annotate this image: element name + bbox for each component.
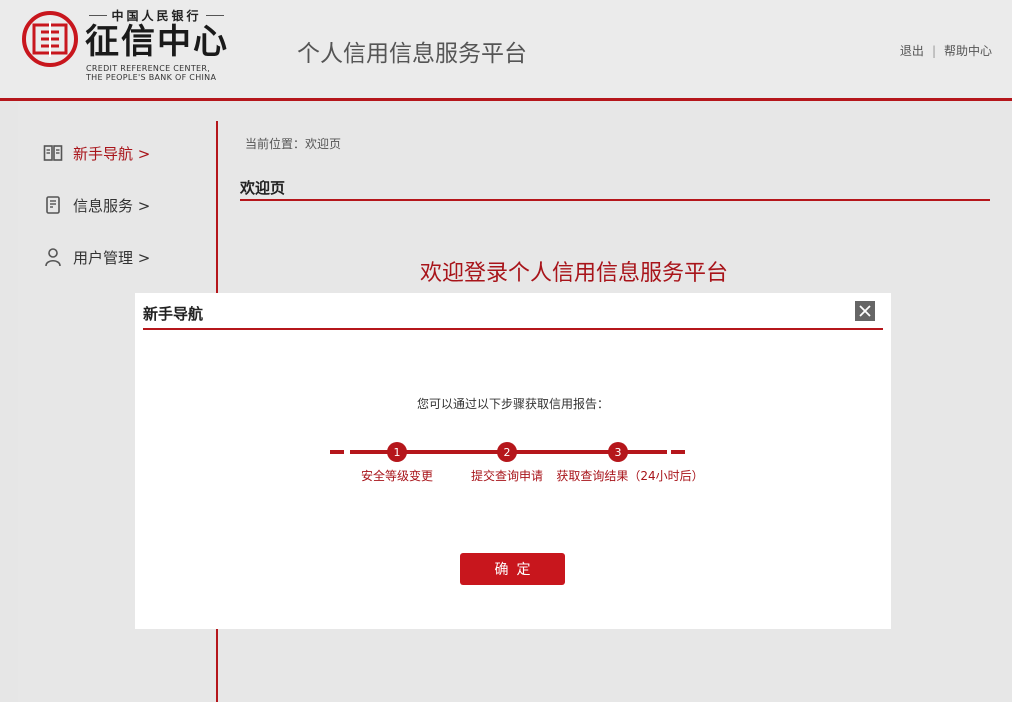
site-title: 个人信用信息服务平台: [297, 41, 527, 67]
close-icon: [859, 305, 871, 317]
step-number-1: 1: [387, 442, 407, 462]
sidebar-item-label: 信息服务 >: [73, 196, 151, 215]
modal-title-divider: [143, 328, 883, 330]
sidebar-item-guide[interactable]: 新手导航 >: [43, 141, 150, 165]
step-number-2: 2: [497, 442, 517, 462]
book-icon: [43, 145, 63, 161]
step-label-2: 提交查询申请: [470, 469, 544, 483]
logo-english-line1: CREDIT REFERENCE CENTER,: [86, 64, 211, 73]
welcome-heading: 欢迎登录个人信用信息服务平台: [420, 261, 729, 286]
logout-link[interactable]: 退出: [900, 42, 924, 59]
step-number-3: 3: [608, 442, 628, 462]
confirm-button[interactable]: 确定: [460, 553, 565, 585]
credit-center-logo-icon: [22, 11, 78, 67]
logo-main-text: 征信中心: [85, 22, 229, 62]
document-icon: [46, 196, 60, 214]
link-separator: |: [931, 43, 936, 58]
progress-line-start: [330, 450, 344, 454]
sidebar-item-label: 用户管理 >: [73, 248, 151, 267]
logo-english-text: CREDIT REFERENCE CENTER, THE PEOPLE'S BA…: [86, 64, 216, 82]
breadcrumb: 当前位置：欢迎页: [245, 137, 342, 151]
top-links: 退出 | 帮助中心: [900, 42, 992, 59]
help-center-link[interactable]: 帮助中心: [944, 42, 992, 59]
page-title: 欢迎页: [240, 179, 286, 197]
modal-description: 您可以通过以下步骤获取信用报告：: [416, 397, 609, 411]
header: 中国人民银行 征信中心 CREDIT REFERENCE CENTER, THE…: [0, 0, 1012, 101]
step-label-1: 安全等级变更: [360, 469, 434, 483]
title-divider: [240, 199, 990, 201]
modal-title: 新手导航: [143, 305, 204, 323]
step-label-3: 获取查询结果（24小时后）: [556, 469, 704, 483]
step-progress: 1 2 3 安全等级变更 提交查询申请 获取查询结果（24小时后）: [330, 438, 704, 488]
user-icon: [45, 248, 61, 267]
guide-modal: 新手导航 您可以通过以下步骤获取信用报告： 1 2 3 安全等级变更 提交查询申…: [135, 293, 891, 629]
sidebar-item-user-management[interactable]: 用户管理 >: [43, 245, 150, 269]
sidebar-item-label: 新手导航 >: [73, 144, 151, 163]
sidebar-item-info-service[interactable]: 信息服务 >: [43, 193, 150, 217]
logo-english-line2: THE PEOPLE'S BANK OF CHINA: [86, 73, 217, 82]
modal-close-button[interactable]: [855, 301, 875, 321]
progress-line-end: [671, 450, 685, 454]
